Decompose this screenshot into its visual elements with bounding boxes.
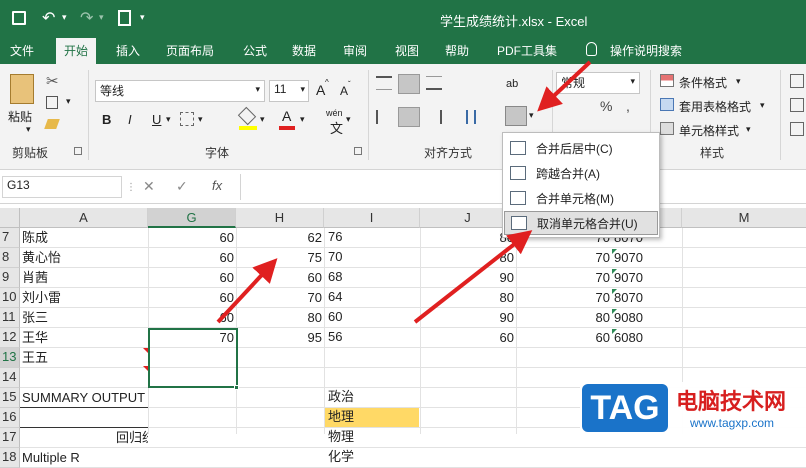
watermark-title: 电脑技术网 xyxy=(676,389,787,414)
annotation-arrows xyxy=(216,60,592,324)
watermark-url: www.tagxp.com xyxy=(690,416,775,430)
cell-A18[interactable]: Multiple R xyxy=(22,449,222,467)
watermark: TAG 电脑技术网 www.tagxp.com xyxy=(580,382,806,434)
arrow-to-unmerge-item xyxy=(413,230,533,324)
cell-I18[interactable]: 化学 xyxy=(325,448,419,467)
watermark-logo: TAG xyxy=(582,384,668,432)
arrow-to-merge-button xyxy=(537,60,592,112)
arrow-to-cell xyxy=(216,258,278,324)
row-header-18[interactable]: 18 xyxy=(0,448,20,468)
